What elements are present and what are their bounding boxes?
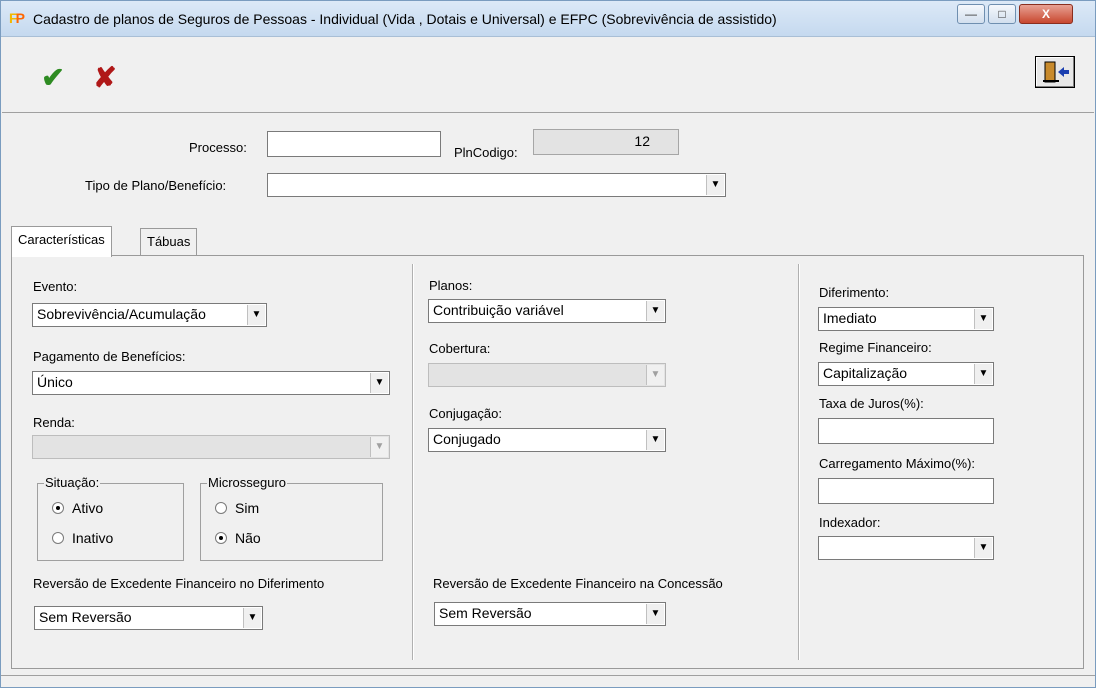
minimize-button[interactable]: — [957, 4, 985, 24]
chevron-down-icon: ▼ [974, 538, 992, 558]
regime-label: Regime Financeiro: [819, 340, 932, 355]
carregamento-label: Carregamento Máximo(%): [819, 456, 976, 471]
exit-door-icon [1043, 61, 1069, 83]
chevron-down-icon: ▼ [974, 309, 992, 329]
indexador-select[interactable]: ▼ [818, 536, 994, 560]
checkmark-icon: ✔ [41, 62, 65, 93]
status-strip [1, 675, 1095, 687]
reversao-diferimento-label: Reversão de Excedente Financeiro no Dife… [33, 576, 325, 591]
title-bar[interactable]: FP Cadastro de planos de Seguros de Pess… [1, 1, 1095, 37]
microsseguro-sim-radio[interactable]: Sim [215, 500, 259, 516]
pagamento-select[interactable]: Único ▼ [32, 371, 390, 395]
reversao-concessao-select[interactable]: Sem Reversão ▼ [434, 602, 666, 626]
planos-label: Planos: [429, 278, 473, 293]
chevron-down-icon: ▼ [646, 604, 664, 624]
tab-caracteristicas[interactable]: Características [11, 226, 112, 257]
carregamento-input[interactable] [818, 478, 994, 504]
radio-empty-icon [52, 532, 64, 544]
column-divider [412, 264, 414, 660]
taxa-juros-label: Taxa de Juros(%): [819, 396, 924, 411]
window-title: Cadastro de planos de Seguros de Pessoas… [33, 11, 777, 27]
main-window: FP Cadastro de planos de Seguros de Pess… [0, 0, 1096, 688]
radio-selected-icon [215, 532, 227, 544]
situacao-title: Situação: [44, 475, 101, 490]
chevron-down-icon: ▼ [646, 430, 664, 450]
tipo-plano-label: Tipo de Plano/Benefício: [85, 178, 227, 193]
tipo-plano-select[interactable]: ▼ [267, 173, 726, 197]
cobertura-label: Cobertura: [429, 341, 491, 356]
radio-empty-icon [215, 502, 227, 514]
microsseguro-group: Microsseguro Sim Não [200, 475, 383, 561]
chevron-down-icon: ▼ [646, 365, 664, 385]
chevron-down-icon: ▼ [370, 437, 388, 457]
chevron-down-icon: ▼ [370, 373, 388, 393]
plncodigo-label: PlnCodigo: [454, 145, 518, 160]
x-icon: ✘ [93, 62, 117, 93]
situacao-inativo-radio[interactable]: Inativo [52, 530, 113, 546]
conjugacao-label: Conjugação: [429, 406, 502, 421]
processo-label: Processo: [189, 140, 247, 155]
column-divider [798, 264, 800, 660]
indexador-label: Indexador: [819, 515, 881, 530]
cobertura-select: ▼ [428, 363, 666, 387]
processo-input[interactable] [267, 131, 441, 157]
microsseguro-title: Microsseguro [207, 475, 288, 490]
diferimento-select[interactable]: Imediato ▼ [818, 307, 994, 331]
renda-select: ▼ [32, 435, 390, 459]
regime-select[interactable]: Capitalização ▼ [818, 362, 994, 386]
situacao-ativo-radio[interactable]: Ativo [52, 500, 103, 516]
chevron-down-icon: ▼ [706, 175, 724, 195]
tab-tabuas[interactable]: Tábuas [140, 228, 198, 256]
situacao-group: Situação: Ativo Inativo [37, 475, 184, 561]
chevron-down-icon: ▼ [243, 608, 261, 628]
planos-select[interactable]: Contribuição variável ▼ [428, 299, 666, 323]
diferimento-label: Diferimento: [819, 285, 890, 300]
exit-button[interactable] [1035, 56, 1075, 88]
radio-selected-icon [52, 502, 64, 514]
evento-select[interactable]: Sobrevivência/Acumulação ▼ [32, 303, 267, 327]
confirm-button[interactable]: ✔ [36, 61, 70, 95]
evento-label: Evento: [33, 279, 78, 294]
cancel-button[interactable]: ✘ [88, 61, 122, 95]
microsseguro-nao-radio[interactable]: Não [215, 530, 261, 546]
renda-label: Renda: [33, 415, 75, 430]
app-icon: FP [9, 10, 25, 26]
toolbar: ✔ ✘ [2, 47, 1094, 113]
chevron-down-icon: ▼ [247, 305, 265, 325]
taxa-juros-input[interactable] [818, 418, 994, 444]
reversao-diferimento-select[interactable]: Sem Reversão ▼ [34, 606, 263, 630]
plncodigo-field: 12 [533, 129, 679, 155]
chevron-down-icon: ▼ [974, 364, 992, 384]
conjugacao-select[interactable]: Conjugado ▼ [428, 428, 666, 452]
close-button[interactable]: X [1019, 4, 1073, 24]
pagamento-label: Pagamento de Benefícios: [33, 349, 186, 364]
reversao-concessao-label: Reversão de Excedente Financeiro na Conc… [433, 576, 723, 591]
chevron-down-icon: ▼ [646, 301, 664, 321]
maximize-button[interactable]: □ [988, 4, 1016, 24]
